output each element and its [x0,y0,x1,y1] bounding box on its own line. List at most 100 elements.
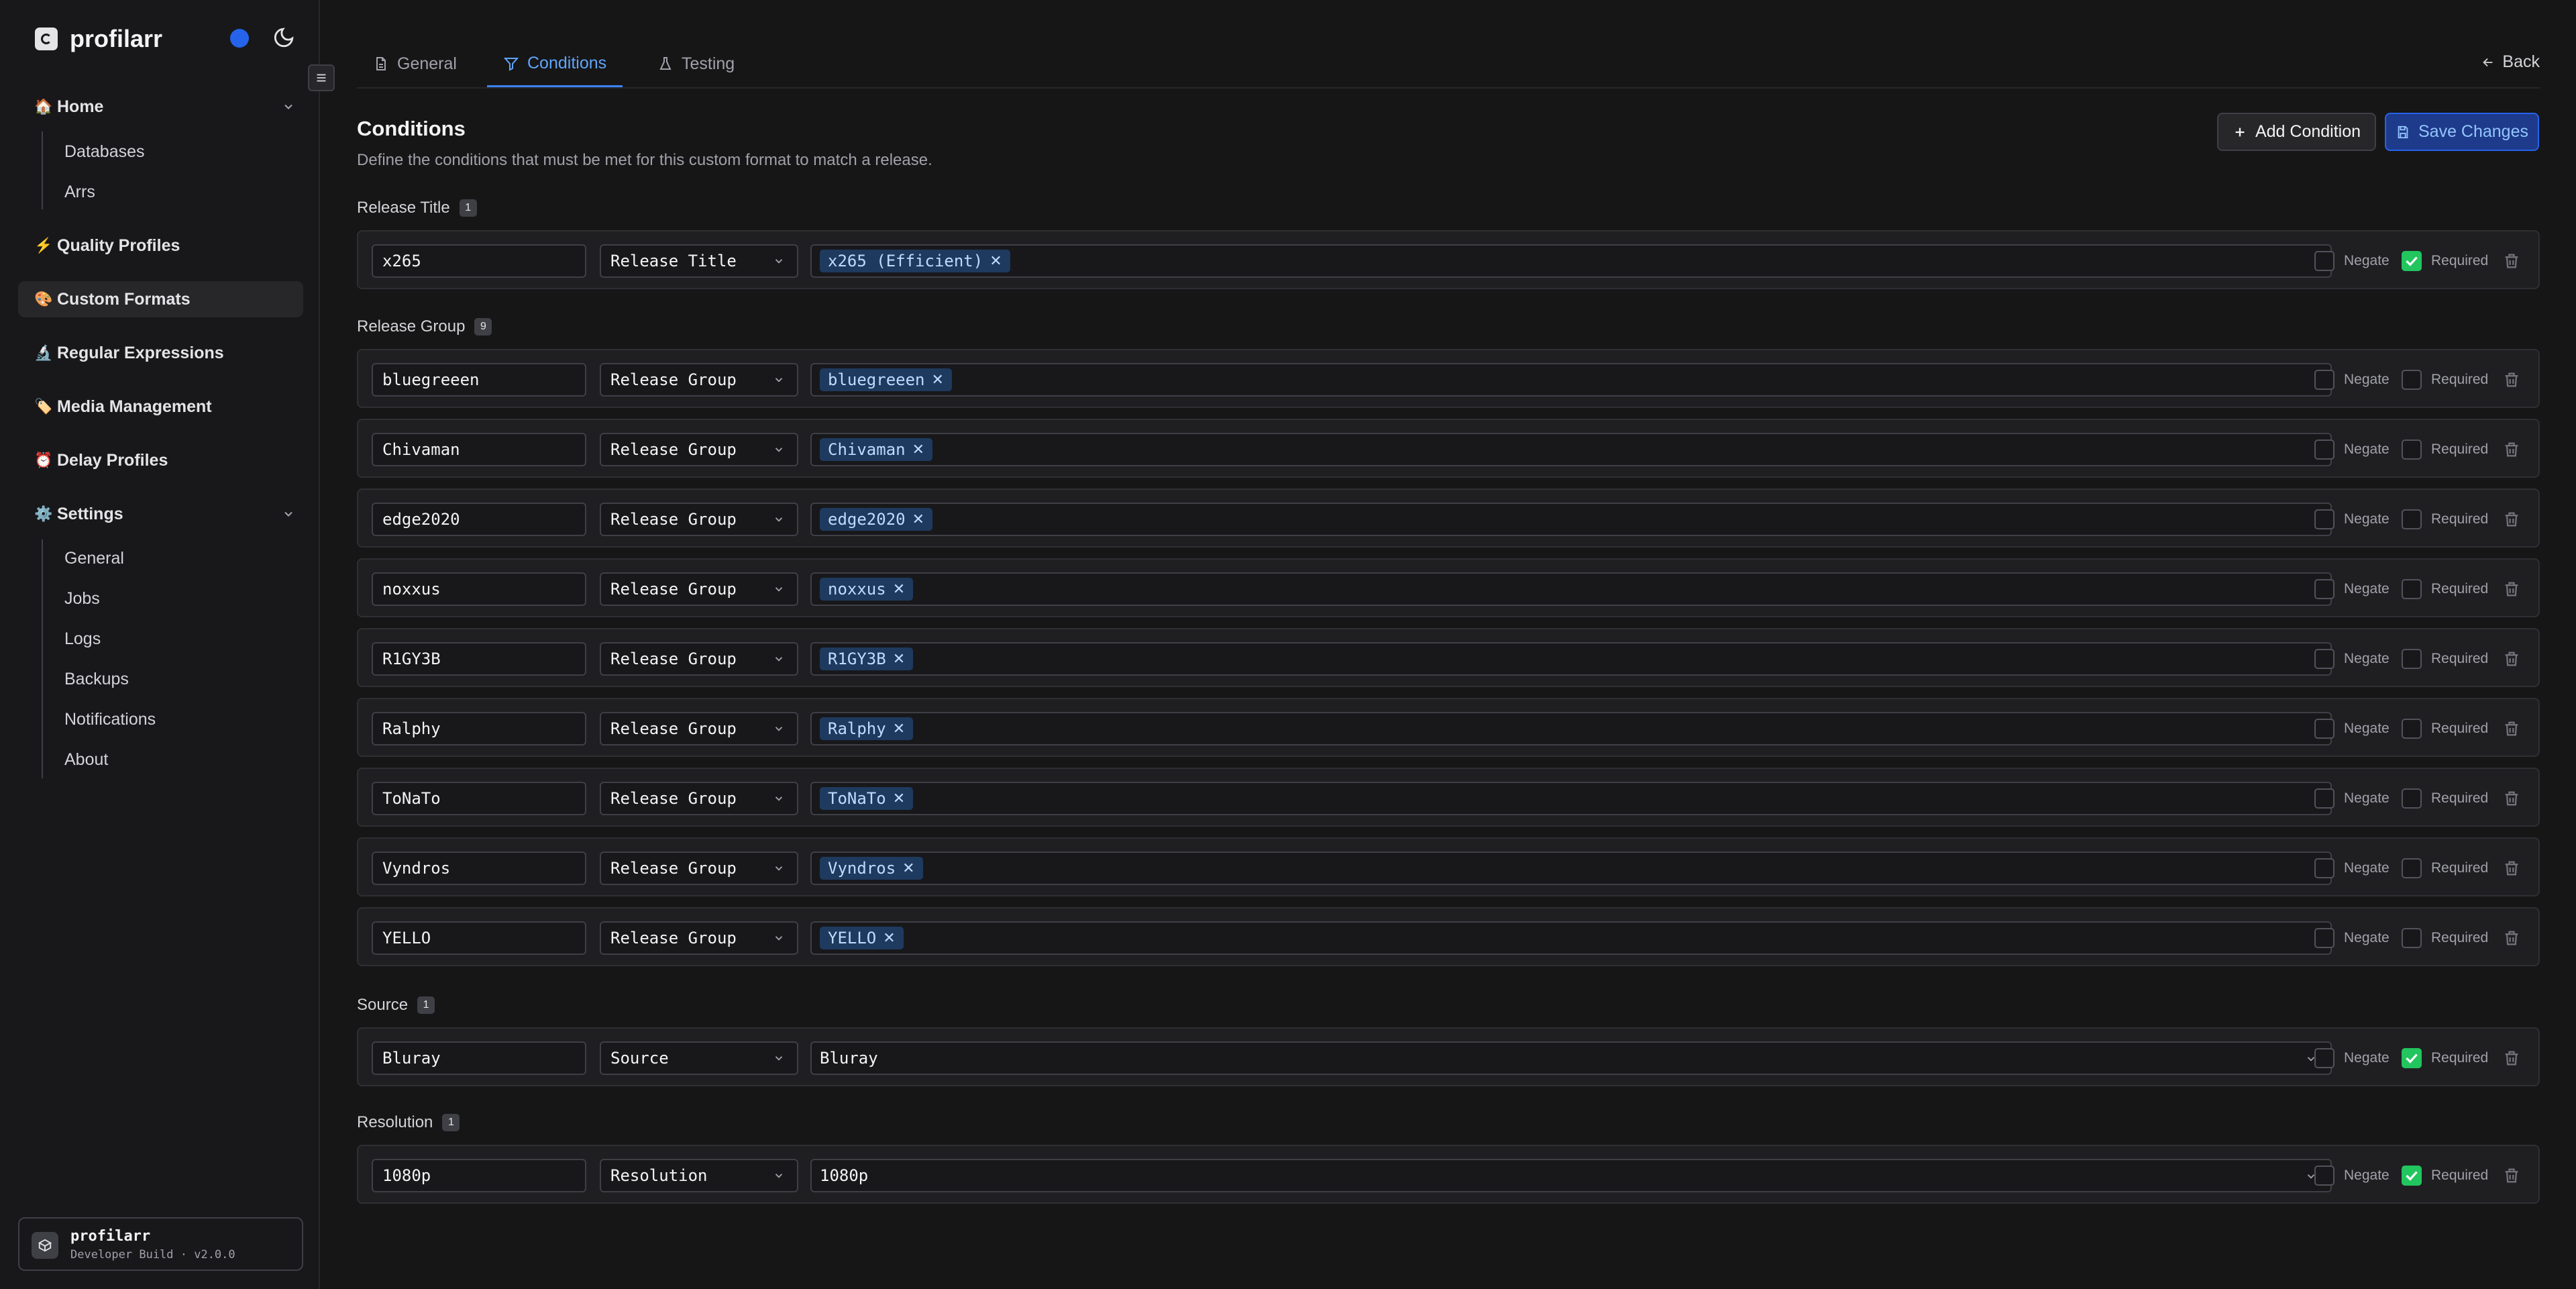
remove-tag-icon[interactable]: ✕ [902,860,914,877]
required-checkbox[interactable] [2402,928,2422,948]
remove-tag-icon[interactable]: ✕ [883,930,895,947]
status-dot-icon[interactable] [230,29,249,48]
condition-pattern-input[interactable]: bluegreeen ✕ [810,363,2332,397]
required-checkbox[interactable] [2402,858,2422,878]
chevron-down-icon[interactable] [282,507,295,521]
trash-icon[interactable] [2502,789,2521,808]
required-checkbox[interactable] [2402,1166,2422,1186]
build-info-card[interactable]: profilarr Developer Build · v2.0.0 [18,1217,303,1271]
condition-pattern-input[interactable]: noxxus ✕ [810,572,2332,606]
condition-type-select[interactable]: Release Group [600,642,798,676]
sidebar-item-home[interactable]: 🏠 Home [18,89,303,125]
required-checkbox[interactable] [2402,1048,2422,1068]
negate-checkbox[interactable] [2314,579,2334,599]
sidebar-item-backups[interactable]: Backups [64,670,129,689]
condition-type-select[interactable]: Release Title [600,244,798,278]
trash-icon[interactable] [2502,1166,2521,1185]
condition-type-select[interactable]: Release Group [600,712,798,745]
negate-checkbox[interactable] [2314,370,2334,390]
trash-icon[interactable] [2502,580,2521,599]
required-checkbox[interactable] [2402,649,2422,669]
negate-checkbox[interactable] [2314,509,2334,529]
remove-tag-icon[interactable]: ✕ [932,372,944,389]
negate-checkbox[interactable] [2314,719,2334,739]
condition-value-select[interactable]: 1080p [810,1159,2332,1192]
condition-name-input[interactable]: ToNaTo [372,782,586,815]
add-condition-button[interactable]: Add Condition [2217,113,2376,151]
condition-type-select[interactable]: Release Group [600,782,798,815]
trash-icon[interactable] [2502,370,2521,389]
trash-icon[interactable] [2502,859,2521,878]
save-changes-button[interactable]: Save Changes [2385,113,2539,151]
sidebar-item-custom-formats[interactable]: 🎨 Custom Formats [18,281,303,317]
condition-value-select[interactable]: Bluray [810,1041,2332,1075]
negate-checkbox[interactable] [2314,1166,2334,1186]
sidebar-item-quality-profiles[interactable]: ⚡ Quality Profiles [18,227,303,264]
trash-icon[interactable] [2502,650,2521,668]
sidebar-item-media-management[interactable]: 🏷️ Media Management [18,389,303,425]
required-checkbox[interactable] [2402,509,2422,529]
sidebar-item-regular-expressions[interactable]: 🔬 Regular Expressions [18,335,303,371]
sidebar-item-delay-profiles[interactable]: ⏰ Delay Profiles [18,442,303,478]
negate-checkbox[interactable] [2314,649,2334,669]
back-button[interactable]: Back [2481,52,2540,72]
trash-icon[interactable] [2502,440,2521,459]
condition-type-select[interactable]: Resolution [600,1159,798,1192]
condition-type-select[interactable]: Release Group [600,852,798,885]
condition-name-input[interactable]: Ralphy [372,712,586,745]
condition-type-select[interactable]: Release Group [600,363,798,397]
brand[interactable]: profilarr [35,23,162,55]
sidebar-item-notifications[interactable]: Notifications [64,710,156,729]
condition-pattern-input[interactable]: Ralphy ✕ [810,712,2332,745]
negate-checkbox[interactable] [2314,440,2334,460]
sidebar-collapse-button[interactable] [308,64,335,91]
condition-type-select[interactable]: Release Group [600,921,798,955]
condition-type-select[interactable]: Release Group [600,503,798,536]
trash-icon[interactable] [2502,252,2521,270]
sidebar-item-arrs[interactable]: Arrs [64,183,95,202]
sidebar-item-databases[interactable]: Databases [64,142,145,162]
condition-name-input[interactable]: noxxus [372,572,586,606]
condition-name-input[interactable]: Chivaman [372,433,586,466]
condition-pattern-input[interactable]: Chivaman ✕ [810,433,2332,466]
condition-name-input[interactable]: YELLO [372,921,586,955]
condition-name-input[interactable]: Vyndros [372,852,586,885]
condition-name-input[interactable]: 1080p [372,1159,586,1192]
required-checkbox[interactable] [2402,719,2422,739]
condition-name-input[interactable]: R1GY3B [372,642,586,676]
sidebar-item-settings[interactable]: ⚙️ Settings [18,496,303,532]
required-checkbox[interactable] [2402,788,2422,809]
condition-name-input[interactable]: Bluray [372,1041,586,1075]
tab-conditions[interactable]: Conditions [487,42,623,87]
sidebar-item-jobs[interactable]: Jobs [64,589,100,609]
remove-tag-icon[interactable]: ✕ [893,721,905,737]
condition-pattern-input[interactable]: R1GY3B ✕ [810,642,2332,676]
tab-testing[interactable]: Testing [641,42,751,86]
remove-tag-icon[interactable]: ✕ [893,581,905,598]
negate-checkbox[interactable] [2314,1048,2334,1068]
condition-pattern-input[interactable]: ToNaTo ✕ [810,782,2332,815]
negate-checkbox[interactable] [2314,858,2334,878]
required-checkbox[interactable] [2402,251,2422,271]
trash-icon[interactable] [2502,510,2521,529]
remove-tag-icon[interactable]: ✕ [893,651,905,668]
trash-icon[interactable] [2502,929,2521,947]
remove-tag-icon[interactable]: ✕ [893,790,905,807]
required-checkbox[interactable] [2402,440,2422,460]
remove-tag-icon[interactable]: ✕ [989,253,1002,270]
condition-type-select[interactable]: Source [600,1041,798,1075]
condition-pattern-input[interactable]: x265 (Efficient) ✕ [810,244,2332,278]
condition-type-select[interactable]: Release Group [600,433,798,466]
trash-icon[interactable] [2502,719,2521,738]
condition-pattern-input[interactable]: YELLO ✕ [810,921,2332,955]
trash-icon[interactable] [2502,1049,2521,1068]
negate-checkbox[interactable] [2314,788,2334,809]
remove-tag-icon[interactable]: ✕ [912,442,924,458]
tab-general[interactable]: General [357,42,473,86]
chevron-down-icon[interactable] [282,100,295,113]
sidebar-item-general[interactable]: General [64,549,124,568]
condition-name-input[interactable]: bluegreeen [372,363,586,397]
condition-name-input[interactable]: edge2020 [372,503,586,536]
negate-checkbox[interactable] [2314,928,2334,948]
condition-pattern-input[interactable]: Vyndros ✕ [810,852,2332,885]
